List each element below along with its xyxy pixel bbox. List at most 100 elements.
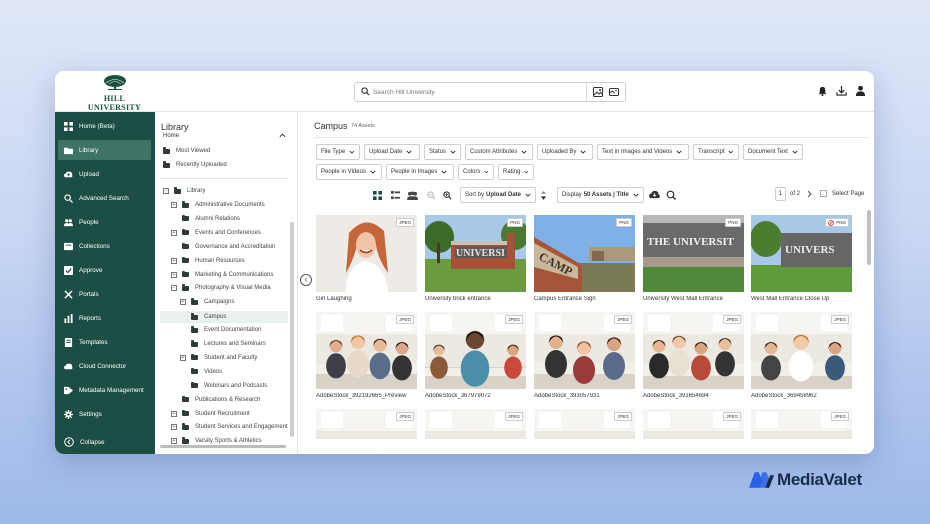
sidebar-item-people[interactable]: People <box>58 212 151 232</box>
expand-toggle[interactable]: − <box>171 285 177 292</box>
asset-card[interactable]: JPEG <box>534 409 635 439</box>
tree-item[interactable]: + Events and Conferences <box>171 228 261 238</box>
asset-thumbnail[interactable]: JPEG <box>643 312 744 389</box>
tree-item[interactable]: + Student Services and Engagement <box>171 422 288 432</box>
main-vertical-scrollbar[interactable] <box>867 210 871 265</box>
filter-dropdown[interactable]: Text in Images and Videos <box>597 144 689 160</box>
tree-item[interactable]: Videos <box>180 367 222 377</box>
asset-card[interactable]: JPEG <box>316 409 417 439</box>
tree-item[interactable]: Alumni Relations <box>171 214 240 224</box>
tree-item[interactable]: Governance and Accreditation <box>171 242 275 252</box>
select-page-checkbox[interactable]: Select Page <box>820 190 864 197</box>
expand-toggle[interactable]: + <box>171 202 177 208</box>
grid-view-icon[interactable] <box>373 191 382 200</box>
collapse-button[interactable]: Collapse <box>58 432 151 452</box>
asset-thumbnail[interactable]: JPEG <box>425 312 526 389</box>
zoom-out-icon[interactable] <box>427 191 436 200</box>
asset-title[interactable]: Girl Laughing <box>316 296 417 302</box>
collapse-toggle[interactable]: − <box>163 188 169 194</box>
filter-dropdown[interactable]: File Type <box>316 144 360 160</box>
asset-card[interactable]: JPEG AdobeStock_391654694 <box>643 312 744 399</box>
sidebar-item-home[interactable]: Home (Beta) <box>58 116 151 136</box>
asset-thumbnail[interactable]: JPEG <box>643 409 744 439</box>
sidebar-item-reports[interactable]: Reports <box>58 308 151 328</box>
asset-thumbnail[interactable]: UNIVERSI PNG <box>425 215 526 292</box>
sidebar-item-advanced-search[interactable]: Advanced Search <box>58 188 151 208</box>
asset-card[interactable]: JPEG AdobeStock_393057931 <box>534 312 635 399</box>
expand-toggle[interactable]: + <box>180 354 186 361</box>
tree-breadcrumb-home[interactable]: Home <box>163 133 179 139</box>
chevron-right-icon[interactable] <box>807 190 812 198</box>
sort-direction-icon[interactable] <box>540 191 547 200</box>
tree-item[interactable]: + Student and Faculty <box>180 353 257 363</box>
asset-title[interactable]: AdobeStock_367979072 <box>425 393 526 399</box>
tree-item[interactable]: − Photography & Visual Media <box>171 283 271 293</box>
user-icon[interactable] <box>855 85 866 96</box>
asset-thumbnail[interactable]: JPEG <box>316 312 417 389</box>
search-input[interactable] <box>373 85 583 99</box>
tree-item-recently-uploaded[interactable]: Recently Uploaded <box>163 160 227 170</box>
filter-dropdown[interactable]: Upload Date <box>364 144 420 160</box>
university-logo[interactable]: HILL UNIVERSITY EST. 1886 <box>77 74 152 116</box>
video-search-icon[interactable] <box>609 87 619 97</box>
sidebar-item-library[interactable]: Library <box>58 140 151 160</box>
tree-item-library-root[interactable]: − Library <box>163 186 205 196</box>
sort-dropdown[interactable]: Sort by Upload Date <box>460 187 536 203</box>
asset-card[interactable]: THE UNIVERSIT PNG University West Mall Ent… <box>643 215 744 302</box>
filter-dropdown[interactable]: Colors <box>458 164 494 180</box>
tree-item[interactable]: + Student Recruitment <box>171 409 250 419</box>
asset-card[interactable]: UNIVERS PNG West Mall Entrance Close Up <box>751 215 852 302</box>
tree-item[interactable]: + Human Resources <box>171 256 245 266</box>
tree-horizontal-scrollbar[interactable] <box>160 445 286 448</box>
download-icon[interactable] <box>836 85 847 96</box>
sidebar-item-approve[interactable]: Approve <box>58 260 151 280</box>
tree-item[interactable]: + Campaigns <box>180 297 234 307</box>
filter-dropdown[interactable]: People in Videos <box>316 164 382 180</box>
tree-item[interactable]: Webinars and Podcasts <box>180 381 267 391</box>
filter-dropdown[interactable]: Status <box>424 144 461 160</box>
expand-toggle[interactable]: + <box>171 438 177 445</box>
zoom-in-icon[interactable] <box>443 191 452 200</box>
expand-toggle[interactable]: + <box>180 299 186 306</box>
asset-card[interactable]: JPEG AdobeStock_367979072 <box>425 312 526 399</box>
asset-thumbnail[interactable]: JPEG <box>751 312 852 389</box>
filter-dropdown[interactable]: Uploaded By <box>537 144 593 160</box>
sidebar-item-templates[interactable]: Templates <box>58 332 151 352</box>
asset-thumbnail[interactable]: JPEG <box>534 409 635 439</box>
asset-card[interactable]: CAMP PNG Campus Entrance Sign <box>534 215 635 302</box>
expand-toggle[interactable]: + <box>171 410 177 417</box>
tree-item[interactable]: Event Documentation <box>180 325 261 335</box>
asset-card[interactable]: JPEG AdobeStock_369458962 <box>751 312 852 399</box>
asset-thumbnail[interactable]: CAMP PNG <box>534 215 635 292</box>
filter-dropdown[interactable]: Rating <box>498 164 534 180</box>
people-view-icon[interactable] <box>407 191 418 200</box>
expand-toggle[interactable]: + <box>171 257 177 264</box>
sidebar-item-portals[interactable]: Portals <box>58 284 151 304</box>
asset-thumbnail[interactable]: JPEG <box>534 312 635 389</box>
asset-title[interactable]: University West Mall Entrance <box>643 296 744 302</box>
asset-card[interactable]: JPEG Girl Laughing <box>316 215 417 302</box>
sidebar-item-collections[interactable]: Collections <box>58 236 151 256</box>
asset-title[interactable]: Campus Entrance Sign <box>534 296 635 302</box>
image-search-icon[interactable] <box>593 87 603 97</box>
panel-collapse-button[interactable]: ‹ <box>300 274 312 286</box>
asset-thumbnail[interactable]: THE UNIVERSIT PNG <box>643 215 744 292</box>
tree-item-most-viewed[interactable]: Most Viewed <box>163 146 210 156</box>
filter-dropdown[interactable]: Custom Attributes <box>465 144 533 160</box>
tree-item[interactable]: Publications & Research <box>171 395 260 405</box>
tree-vertical-scrollbar[interactable] <box>290 222 294 437</box>
asset-card[interactable]: JPEG <box>425 409 526 439</box>
sidebar-item-cloud-connector[interactable]: Cloud Connector <box>58 356 151 376</box>
filter-dropdown[interactable]: Transcript <box>693 144 739 160</box>
display-dropdown[interactable]: Display 50 Assets | Title <box>557 187 644 203</box>
expand-toggle[interactable]: + <box>171 271 177 278</box>
tree-item[interactable]: Lectures and Seminars <box>180 339 266 349</box>
asset-title[interactable]: AdobeStock_393057931 <box>534 393 635 399</box>
asset-title[interactable]: West Mall Entrance Close Up <box>751 296 852 302</box>
bell-icon[interactable] <box>817 85 828 96</box>
tree-item[interactable]: Campus <box>160 311 288 324</box>
asset-title[interactable]: AdobeStock_369458962 <box>751 393 852 399</box>
refresh-search-icon[interactable] <box>666 190 676 200</box>
list-view-icon[interactable] <box>391 191 400 200</box>
asset-thumbnail[interactable]: JPEG <box>316 409 417 439</box>
